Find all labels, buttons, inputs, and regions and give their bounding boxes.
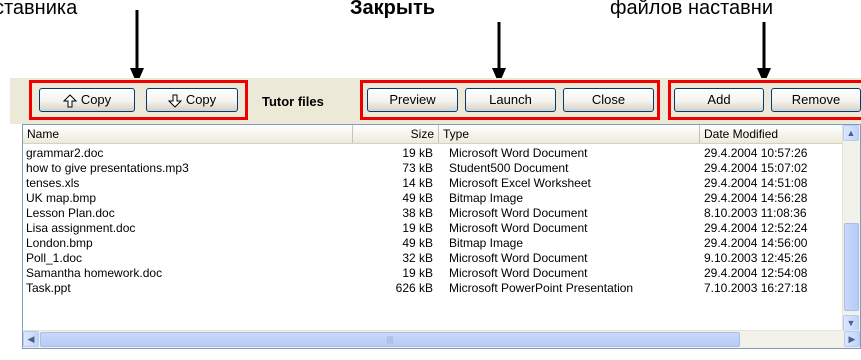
file-name: tenses.xls: [26, 176, 80, 190]
table-row[interactable]: UK map.bmp 49 kB Bitmap Image 29.4.2004 14:…: [23, 191, 843, 206]
file-type: Microsoft Word Document: [449, 266, 588, 280]
table-row[interactable]: Poll_1.doc 32 kB Microsoft Word Document 9.…: [23, 251, 843, 266]
file-name: Lisa assignment.doc: [26, 221, 136, 235]
table-row[interactable]: Lisa assignment.doc 19 kB Microsoft Word D…: [23, 221, 843, 236]
tutor-files-list[interactable]: Name Size Type Date Modified grammar2.do…: [22, 124, 861, 349]
file-date-modified: 29.4.2004 14:56:00: [704, 236, 808, 250]
file-type: Microsoft Word Document: [449, 251, 588, 265]
column-header-row: Name Size Type Date Modified: [23, 125, 860, 144]
file-name: Poll_1.doc: [26, 251, 83, 265]
table-row[interactable]: Task.ppt 626 kB Microsoft PowerPoint Prese…: [23, 281, 843, 296]
file-size: 19 kB: [402, 266, 433, 280]
table-row[interactable]: London.bmp 49 kB Bitmap Image 29.4.2004 14:…: [23, 236, 843, 251]
arrow-down-icon: [130, 10, 144, 84]
column-header-name[interactable]: Name: [23, 125, 353, 143]
file-type: Microsoft PowerPoint Presentation: [449, 281, 634, 295]
file-date-modified: 29.4.2004 15:07:02: [704, 161, 808, 175]
file-size: 19 kB: [402, 146, 433, 160]
file-size: 626 kB: [395, 281, 433, 295]
annotation-copy: ставника: [0, 0, 78, 19]
add-button[interactable]: Add: [674, 88, 764, 112]
file-rows: grammar2.doc 19 kB Microsoft Word Document…: [23, 146, 843, 296]
column-header-size[interactable]: Size: [353, 125, 439, 143]
file-date-modified: 29.4.2004 10:57:26: [704, 146, 808, 160]
arrow-down-icon: [757, 22, 771, 84]
file-size: 19 kB: [402, 221, 433, 235]
file-size: 49 kB: [402, 191, 433, 205]
copy-down-label: Copy: [185, 92, 217, 107]
file-size: 49 kB: [402, 236, 433, 250]
file-name: Task.ppt: [26, 281, 71, 295]
table-row[interactable]: Samantha homework.doc 19 kB Microsoft Word…: [23, 266, 843, 281]
file-date-modified: 29.4.2004 12:54:08: [704, 266, 808, 280]
scroll-up-icon[interactable]: ▲: [843, 125, 859, 141]
scroll-right-icon[interactable]: ▶: [844, 331, 860, 347]
annotation-close: Закрыть: [350, 0, 436, 19]
horizontal-scrollbar[interactable]: ◀ ||| ▶: [23, 330, 860, 348]
copy-up-label: Copy: [80, 92, 112, 107]
file-date-modified: 29.4.2004 14:56:28: [704, 191, 808, 205]
arrow-up-icon: [62, 93, 77, 108]
file-date-modified: 9.10.2003 12:45:26: [704, 251, 808, 265]
copy-up-button[interactable]: Copy: [39, 88, 135, 112]
arrow-down-icon: [167, 94, 182, 108]
column-header-type[interactable]: Type: [439, 125, 700, 143]
file-size: 14 kB: [402, 176, 433, 190]
file-type: Bitmap Image: [449, 191, 524, 205]
file-type: Microsoft Word Document: [449, 146, 588, 160]
file-name: Samantha homework.doc: [26, 266, 163, 280]
column-header-date-modified[interactable]: Date Modified: [700, 125, 844, 143]
file-type: Microsoft Excel Worksheet: [449, 176, 591, 190]
file-name: grammar2.doc: [26, 146, 104, 160]
file-name: UK map.bmp: [26, 191, 97, 205]
file-size: 73 kB: [402, 161, 433, 175]
preview-button[interactable]: Preview: [367, 88, 458, 112]
file-date-modified: 29.4.2004 12:52:24: [704, 221, 808, 235]
file-type: Microsoft Word Document: [449, 206, 588, 220]
table-row[interactable]: grammar2.doc 19 kB Microsoft Word Document…: [23, 146, 843, 161]
file-size: 32 kB: [402, 251, 433, 265]
horizontal-scroll-thumb[interactable]: |||: [40, 332, 740, 347]
file-type: Student500 Document: [449, 161, 569, 175]
scroll-down-icon[interactable]: ▼: [843, 315, 859, 331]
table-row[interactable]: tenses.xls 14 kB Microsoft Excel Worksheet…: [23, 176, 843, 191]
table-row[interactable]: how to give presentations.mp3 73 kB Studen…: [23, 161, 843, 176]
annotation-files: файлов наставни: [610, 0, 774, 19]
file-date-modified: 7.10.2003 16:27:18: [704, 281, 808, 295]
vertical-scroll-thumb[interactable]: [844, 223, 859, 311]
file-type: Bitmap Image: [449, 236, 524, 250]
file-name: London.bmp: [26, 236, 93, 250]
remove-button[interactable]: Remove: [771, 88, 861, 112]
scroll-left-icon[interactable]: ◀: [23, 331, 39, 347]
launch-button[interactable]: Launch: [465, 88, 556, 112]
file-type: Microsoft Word Document: [449, 221, 588, 235]
file-name: how to give presentations.mp3: [26, 161, 189, 175]
file-date-modified: 29.4.2004 14:51:08: [704, 176, 808, 190]
vertical-scrollbar[interactable]: ▲ ▼: [842, 125, 860, 331]
file-size: 38 kB: [402, 206, 433, 220]
tutor-files-label: Tutor files: [262, 94, 324, 109]
table-row[interactable]: Lesson Plan.doc 38 kB Microsoft Word Docum…: [23, 206, 843, 221]
close-button[interactable]: Close: [563, 88, 654, 112]
file-date-modified: 8.10.2003 11:08:36: [704, 206, 807, 220]
copy-down-button[interactable]: Copy: [146, 88, 238, 112]
arrow-down-icon: [492, 22, 506, 84]
file-name: Lesson Plan.doc: [26, 206, 115, 220]
